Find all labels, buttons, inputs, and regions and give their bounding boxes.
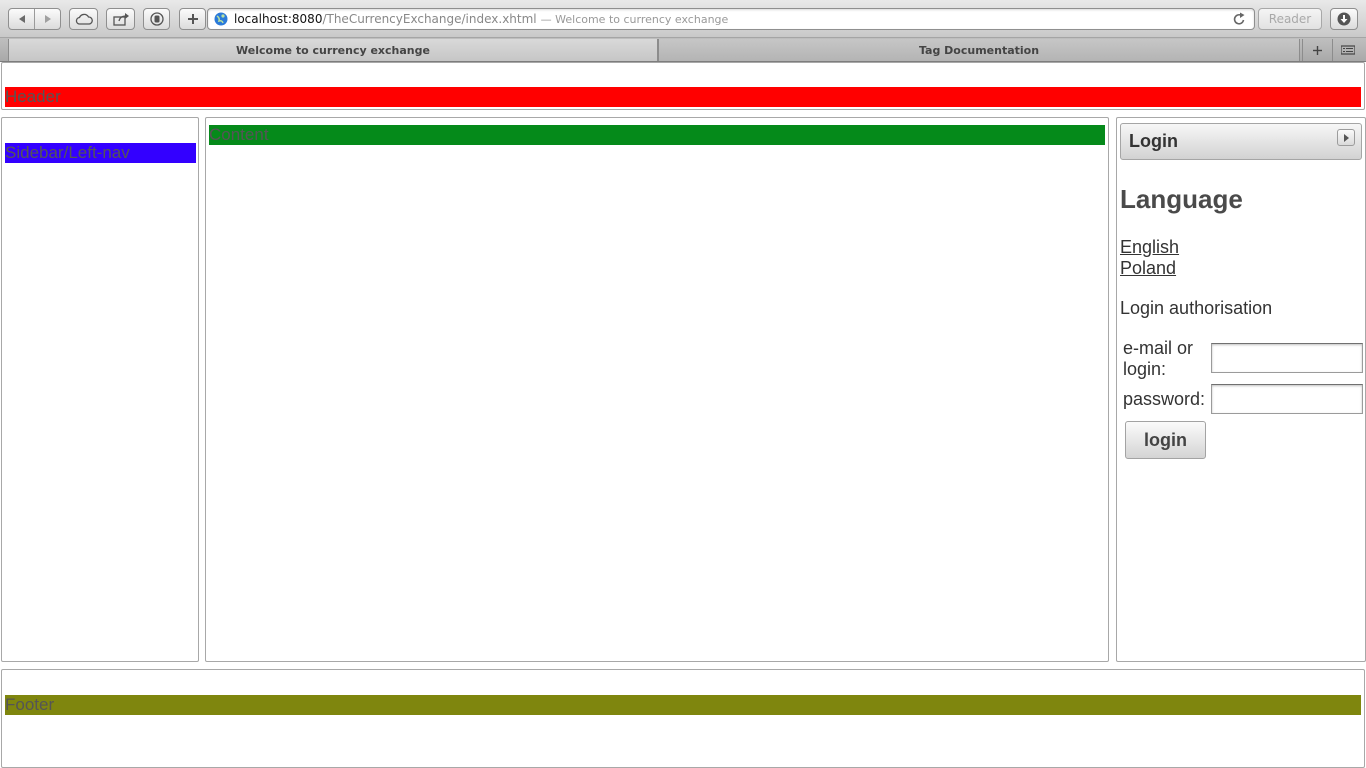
footer-region: Footer [1,669,1365,768]
reload-icon[interactable] [1233,12,1246,26]
forward-arrow-icon [44,15,51,23]
cloud-icon [75,13,93,25]
login-authorisation-title: Login authorisation [1120,298,1273,318]
icloud-tabs-button[interactable] [69,8,98,30]
header-label: Header [5,87,1361,107]
share-button[interactable] [106,8,135,30]
download-icon [1337,12,1351,26]
triangle-right-icon [1343,133,1349,142]
url-page-title: — Welcome to currency exchange [540,12,729,26]
language-link-poland[interactable]: Poland [1120,258,1176,279]
url-host: localhost:8080 [234,12,323,26]
forward-button[interactable] [34,9,60,29]
hand-stop-icon [149,12,164,26]
address-bar[interactable]: localhost:8080/TheCurrencyExchange/index… [207,8,1255,30]
new-bookmark-button[interactable] [179,8,206,30]
globe-icon [214,12,228,26]
login-button[interactable]: login [1125,421,1206,459]
reader-button[interactable]: Reader [1258,8,1322,30]
content-region: Content [205,117,1109,662]
language-heading: Language [1120,184,1243,214]
new-tab-button[interactable] [1302,39,1332,61]
tab-welcome[interactable]: Welcome to currency exchange [8,39,658,61]
sidebar-label: Sidebar/Left-nav [5,143,196,163]
url-path: /TheCurrencyExchange/index.xhtml [322,12,537,26]
sidebar-region: Sidebar/Left-nav [1,117,199,662]
plus-icon [1313,45,1322,55]
footer-label: Footer [5,695,1361,715]
tab-list-button[interactable] [1332,39,1362,61]
back-button[interactable] [9,9,34,29]
back-forward-group [8,8,61,30]
right-panel: Login Language English Poland Login auth… [1116,117,1366,662]
back-arrow-icon [18,15,25,23]
email-field-label: e-mail or login: [1123,338,1194,379]
language-link-english[interactable]: English [1120,237,1179,258]
content-label: Content [209,125,1105,145]
list-icon [1340,45,1355,55]
plus-icon [187,14,198,24]
privacy-button[interactable] [143,8,170,30]
password-field[interactable] [1211,384,1363,414]
tab-bar: Welcome to currency exchange Tag Documen… [0,38,1366,62]
email-field[interactable] [1211,343,1363,373]
tab-tag-documentation[interactable]: Tag Documentation [658,39,1300,61]
downloads-button[interactable] [1330,8,1358,30]
header-region: Header [1,62,1365,110]
login-panel-header[interactable]: Login [1120,123,1362,160]
password-field-label: password: [1123,389,1206,409]
browser-toolbar: localhost:8080/TheCurrencyExchange/index… [0,0,1366,38]
login-panel-title: Login [1129,131,1178,151]
expand-panel-icon[interactable] [1337,129,1355,146]
share-icon [112,12,129,26]
